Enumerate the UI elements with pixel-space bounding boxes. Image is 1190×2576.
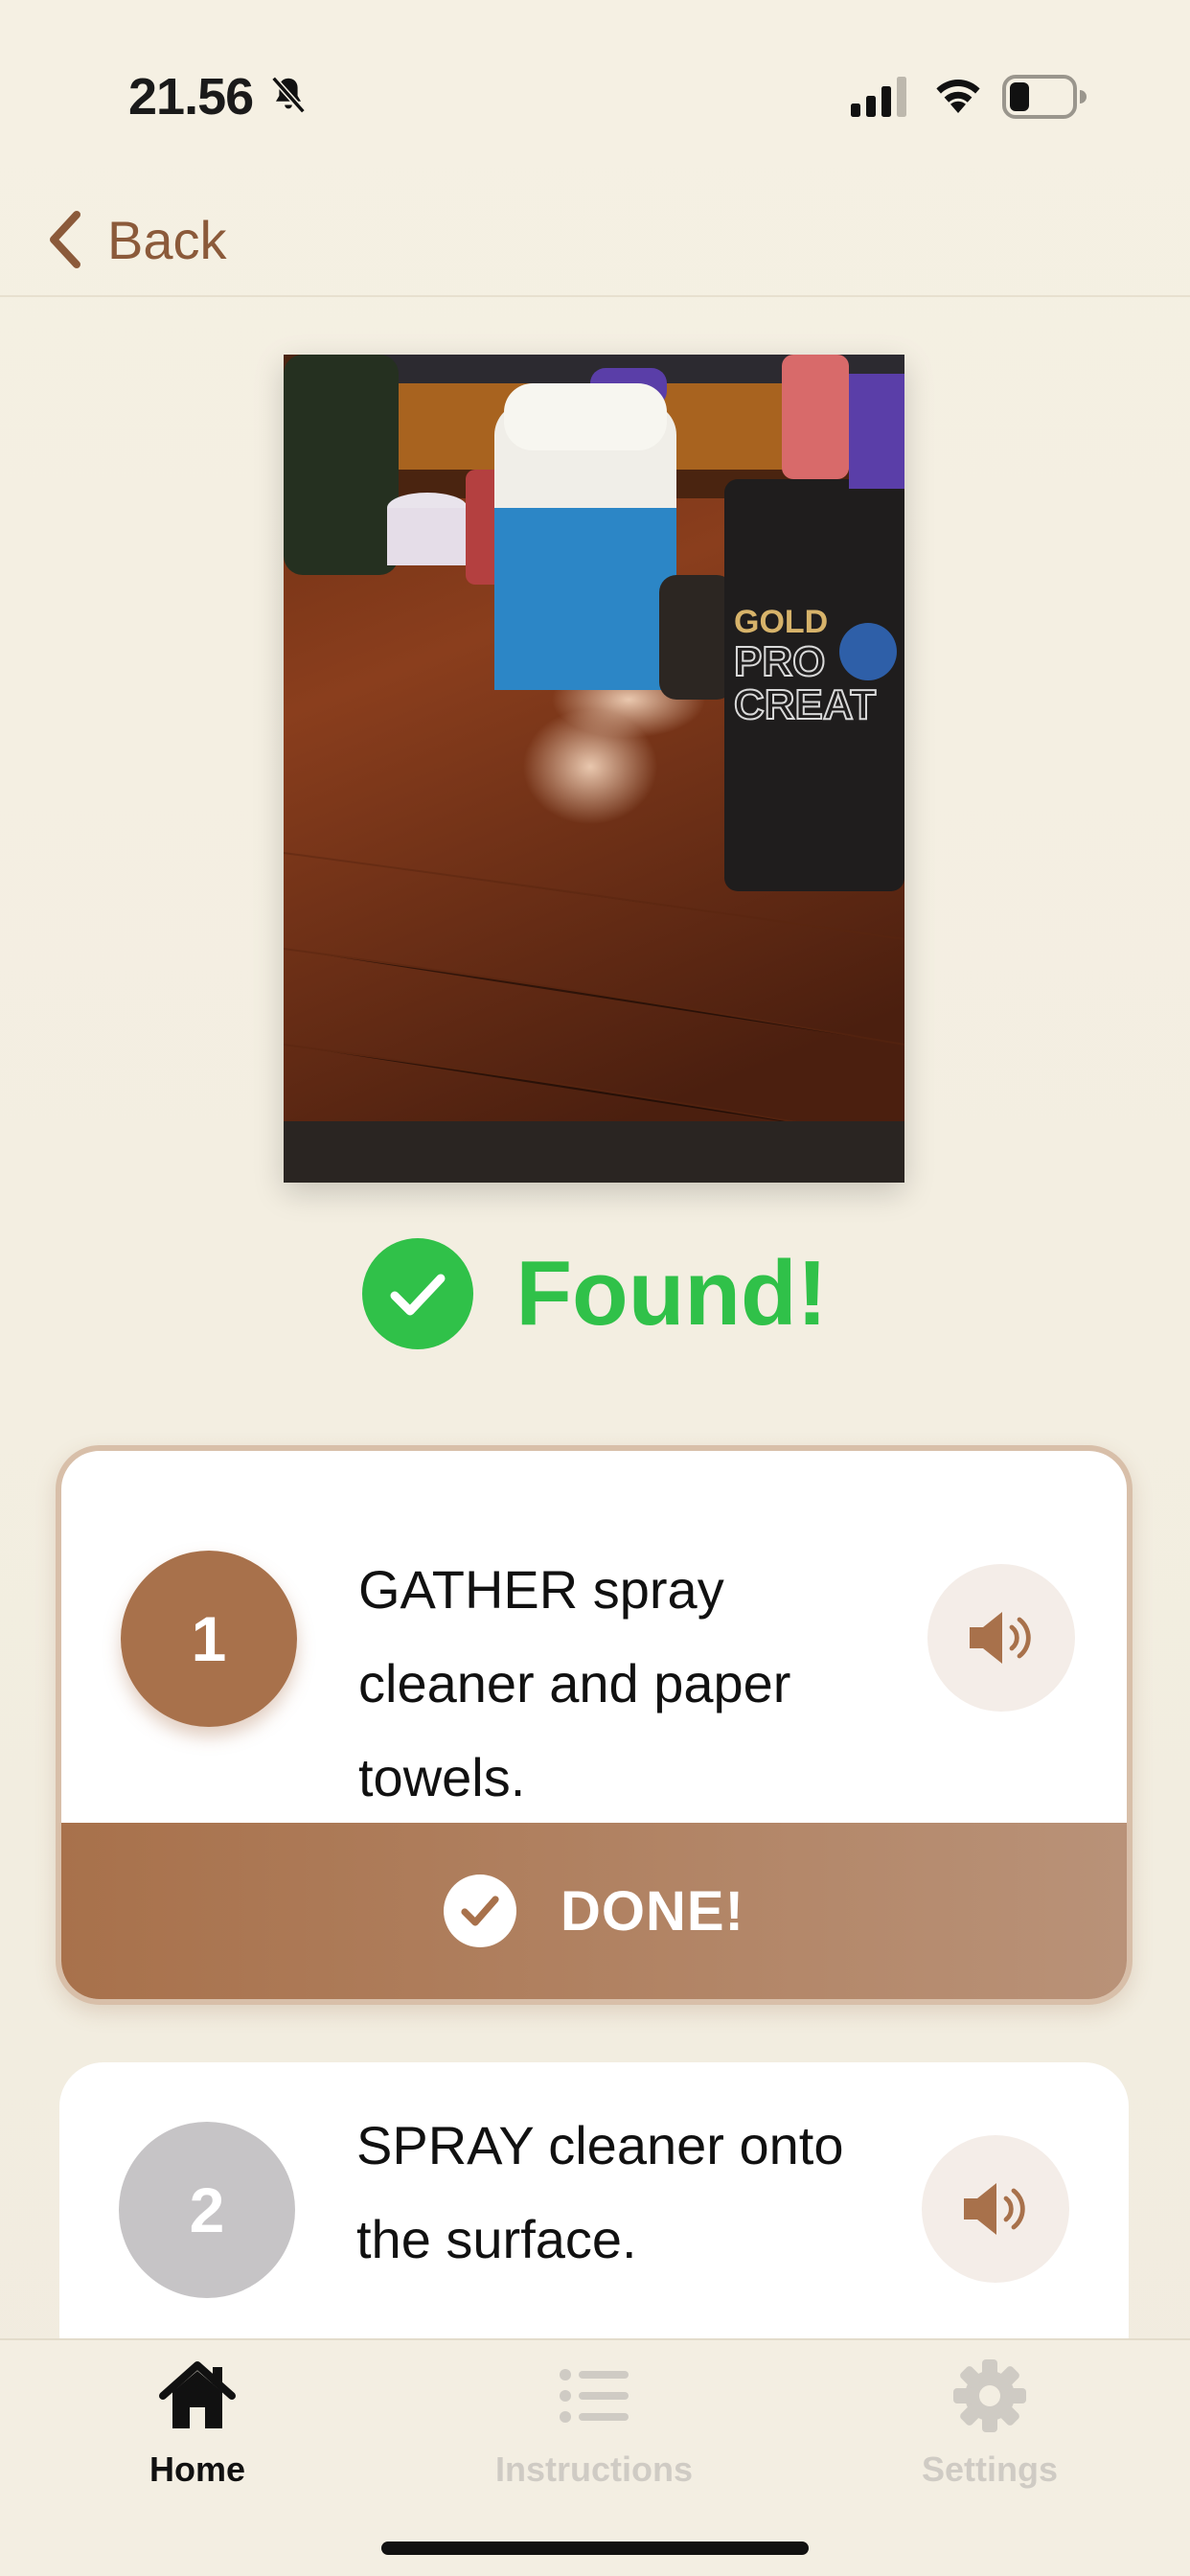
tab-label: Instructions [494,2450,693,2489]
step-card-body: 1 GATHER spray cleaner and paper towels. [61,1451,1127,1823]
speaker-icon [970,1612,1031,1664]
check-circle-icon [362,1238,474,1349]
svg-text:CREAT: CREAT [734,681,876,728]
step-card-2[interactable]: 2 SPRAY cleaner onto the surface. [59,2062,1129,2379]
tab-bar: Home Instructions Settings [0,2338,1190,2576]
tab-label: Home [149,2450,246,2489]
step-card-1: 1 GATHER spray cleaner and paper towels.… [56,1445,1133,2005]
step-instruction-text: GATHER spray cleaner and paper towels. [358,1559,791,1807]
tab-settings[interactable]: Settings [865,2356,1114,2499]
step-instruction-text: SPRAY cleaner onto the surface. [356,2115,844,2269]
read-aloud-button[interactable] [927,1564,1075,1712]
house-icon [159,2361,236,2428]
navigation-bar: Back [0,182,1190,297]
read-aloud-button[interactable] [922,2135,1069,2283]
tab-instructions[interactable]: Instructions [469,2356,719,2499]
home-indicator [381,2542,809,2555]
check-circle-icon [444,1874,517,1947]
list-icon [560,2369,629,2423]
bell-muted-icon [271,76,306,114]
captured-photo: GOLD PRO CREAT [284,355,904,1183]
done-label: DONE! [561,1879,744,1943]
svg-text:PRO: PRO [734,638,825,685]
back-button[interactable]: Back [46,201,227,278]
status-bar: 21.56 [0,0,1190,182]
found-status: Found! [0,1236,1190,1351]
found-label: Found! [515,1242,828,1345]
cellular-signal-icon [851,77,906,117]
gear-icon [953,2359,1026,2432]
wifi-icon [936,80,980,113]
done-button[interactable]: DONE! [61,1823,1127,1999]
status-time: 21.56 [128,68,254,126]
step-number-badge: 1 [121,1551,297,1727]
chevron-left-icon [50,211,80,268]
battery-icon [1002,75,1087,119]
back-label: Back [107,209,227,270]
tab-label: Settings [921,2450,1058,2489]
svg-text:GOLD: GOLD [734,604,828,640]
tab-home[interactable]: Home [73,2356,322,2499]
app-screen: 21.56 Back GOLD PRO CREAT Found! 1 GATHE… [0,0,1190,2576]
step-number-badge: 2 [119,2122,295,2298]
speaker-icon [964,2183,1025,2235]
